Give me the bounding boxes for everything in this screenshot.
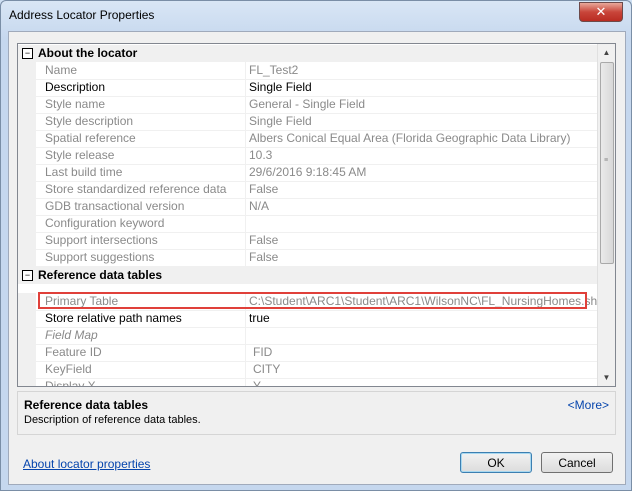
property-grid[interactable]: − About the locator Name FL_Test2 Descri…	[17, 43, 616, 387]
property-row[interactable]: Description Single Field	[18, 79, 598, 97]
property-name: Name	[37, 62, 246, 79]
close-icon: ✕	[595, 4, 607, 19]
property-row[interactable]: KeyField CITY	[18, 361, 598, 379]
property-name: Support suggestions	[37, 249, 246, 266]
property-row[interactable]: Store standardized reference data False	[18, 181, 598, 199]
property-name: Configuration keyword	[37, 215, 246, 232]
property-row[interactable]: Name FL_Test2	[18, 62, 598, 80]
window-title: Address Locator Properties	[9, 8, 155, 22]
collapse-icon[interactable]: −	[22, 48, 33, 59]
close-button[interactable]: ✕	[579, 2, 623, 22]
property-value: Albers Conical Equal Area (Florida Geogr…	[249, 131, 571, 145]
grip-icon: ≡	[604, 157, 609, 164]
property-name: Store standardized reference data	[37, 181, 246, 198]
category-reference[interactable]: − Reference data tables	[18, 267, 598, 284]
property-value: Y	[253, 379, 262, 387]
property-value: FL_Test2	[249, 63, 299, 77]
property-value: False	[249, 233, 279, 247]
dialog-window: Address Locator Properties ✕ − About the…	[0, 0, 632, 491]
property-row[interactable]: Store relative path names true	[18, 310, 598, 328]
cancel-button[interactable]: Cancel	[541, 452, 613, 473]
more-link[interactable]: <More>	[568, 398, 609, 412]
property-row[interactable]: Support intersections False	[18, 232, 598, 250]
property-name: Display X	[37, 378, 246, 386]
property-value: Single Field	[249, 114, 312, 128]
collapse-icon[interactable]: −	[22, 270, 33, 281]
primary-table-highlight	[38, 292, 587, 309]
property-name: Style release	[37, 147, 246, 164]
scroll-thumb[interactable]: ≡	[600, 62, 614, 264]
property-row[interactable]: Style release 10.3	[18, 147, 598, 165]
property-row[interactable]: Feature ID FID	[18, 344, 598, 362]
description-panel: Reference data tables <More> Description…	[17, 391, 616, 435]
property-value[interactable]: Single Field	[247, 79, 597, 96]
property-name: Spatial reference	[37, 130, 246, 147]
property-row[interactable]: Support suggestions False	[18, 249, 598, 267]
property-name: Style description	[37, 113, 246, 130]
property-name: Store relative path names	[37, 310, 246, 327]
property-row[interactable]: Field Map	[18, 327, 598, 345]
property-value[interactable]: true	[247, 310, 597, 327]
category-about[interactable]: − About the locator	[18, 45, 598, 62]
property-row[interactable]: Style description Single Field	[18, 113, 598, 131]
property-value: 29/6/2016 9:18:45 AM	[249, 165, 367, 179]
description-title: Reference data tables	[24, 398, 149, 412]
scroll-down-icon[interactable]: ▼	[598, 369, 615, 386]
ok-button[interactable]: OK	[460, 452, 532, 473]
property-value: 10.3	[249, 148, 273, 162]
property-value: General - Single Field	[249, 97, 366, 111]
property-value	[247, 215, 597, 232]
about-locator-link[interactable]: About locator properties	[23, 457, 150, 471]
title-bar[interactable]: Address Locator Properties ✕	[1, 1, 631, 31]
category-label: Reference data tables	[38, 268, 163, 282]
property-name: Style name	[37, 96, 246, 113]
property-name: Feature ID	[37, 344, 246, 361]
property-value: FID	[253, 345, 273, 359]
property-row[interactable]: Display X Y	[18, 378, 598, 387]
property-name: Description	[37, 79, 246, 96]
property-name: GDB transactional version	[37, 198, 246, 215]
vertical-scrollbar[interactable]: ▲ ≡ ▼	[597, 44, 615, 386]
property-value	[247, 327, 597, 344]
description-text: Description of reference data tables.	[24, 414, 201, 426]
property-value: False	[249, 182, 279, 196]
property-value: CITY	[253, 362, 281, 376]
property-row[interactable]: Spatial reference Albers Conical Equal A…	[18, 130, 598, 148]
property-name: Field Map	[37, 327, 246, 344]
property-row[interactable]: Configuration keyword	[18, 215, 598, 233]
property-value: N/A	[249, 199, 270, 213]
property-row[interactable]: Last build time 29/6/2016 9:18:45 AM	[18, 164, 598, 182]
property-row[interactable]: GDB transactional version N/A	[18, 198, 598, 216]
property-row[interactable]: Style name General - Single Field	[18, 96, 598, 114]
scroll-up-icon[interactable]: ▲	[598, 44, 615, 61]
property-value: False	[249, 250, 279, 264]
property-name: Support intersections	[37, 232, 246, 249]
category-label: About the locator	[38, 46, 138, 60]
dialog-body: − About the locator Name FL_Test2 Descri…	[8, 31, 626, 485]
property-name: KeyField	[37, 361, 246, 378]
property-name: Last build time	[37, 164, 246, 181]
